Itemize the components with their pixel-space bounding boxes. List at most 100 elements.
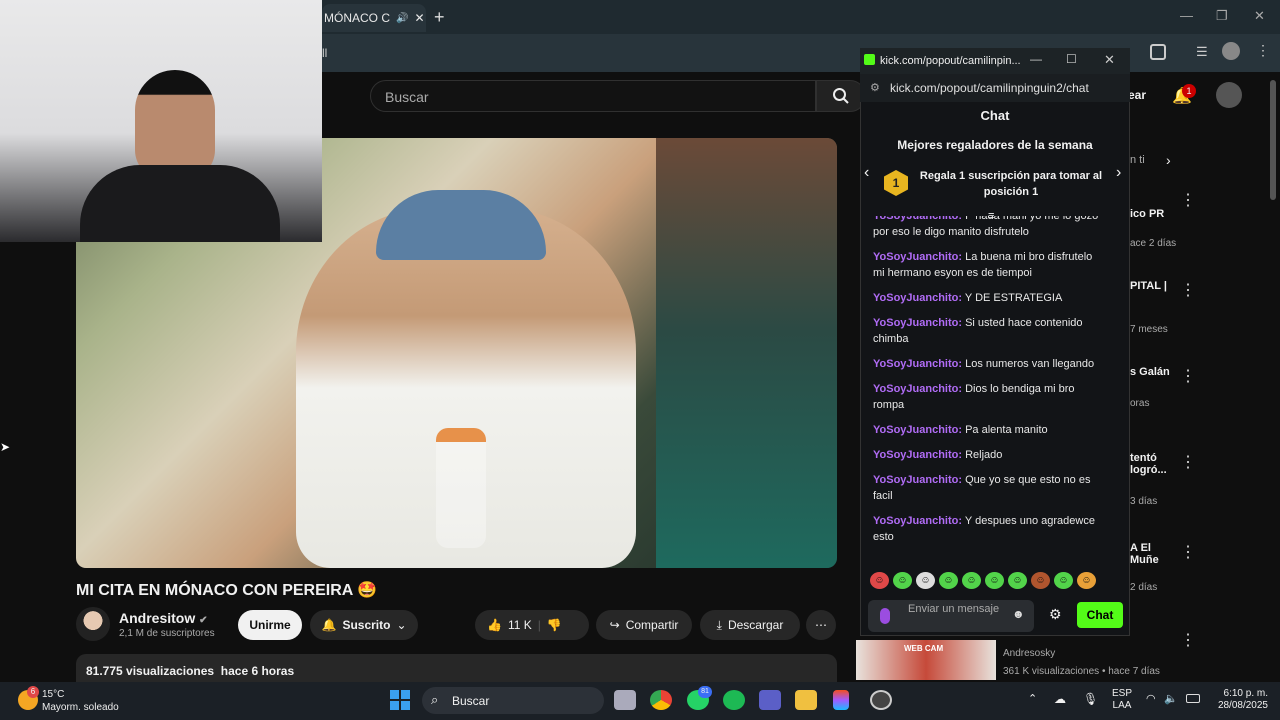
- audio-icon[interactable]: 🔊: [396, 13, 408, 24]
- emote-icon[interactable]: ☺: [916, 572, 935, 589]
- like-dislike-group: 👍 11 K | 👎: [475, 610, 589, 640]
- emoji-picker-icon[interactable]: ☻: [1012, 608, 1025, 621]
- chrome-icon[interactable]: [650, 690, 672, 710]
- header-button[interactable]: ear: [1128, 88, 1146, 102]
- popup-minimize-icon[interactable]: —: [1030, 52, 1042, 66]
- tray-chevron-icon[interactable]: ⌃: [1028, 692, 1037, 705]
- temperature: 15°C: [42, 689, 65, 700]
- chat-message-input[interactable]: Enviar un mensaje ☻: [868, 600, 1034, 632]
- emote-icon[interactable]: ☺: [939, 572, 958, 589]
- emote-icon[interactable]: ☺: [962, 572, 981, 589]
- rec-item-1[interactable]: ico PR ace 2 días: [1130, 208, 1176, 249]
- maximize-icon[interactable]: ❐: [1216, 8, 1228, 24]
- battery-icon[interactable]: [1186, 694, 1200, 703]
- share-button[interactable]: ↪ Compartir: [596, 610, 692, 640]
- rec-item-5[interactable]: A El Muñe 2 días: [1130, 542, 1170, 593]
- file-explorer-icon[interactable]: [795, 690, 817, 710]
- popup-close-icon[interactable]: ✕: [1104, 52, 1115, 68]
- chat-username[interactable]: YoSoyJuanchito:: [873, 515, 962, 527]
- chat-settings-icon[interactable]: ⚙: [1049, 606, 1062, 623]
- video-bottle: [436, 428, 486, 548]
- gifters-prev-icon[interactable]: ‹: [864, 164, 869, 182]
- chat-username[interactable]: YoSoyJuanchito:: [873, 251, 962, 263]
- rec-item-3[interactable]: s Galán oras: [1130, 366, 1170, 409]
- chat-username[interactable]: YoSoyJuanchito:: [873, 424, 962, 436]
- like-icon[interactable]: 👍: [487, 618, 502, 632]
- search-button[interactable]: [816, 80, 866, 112]
- obs-icon[interactable]: [870, 690, 892, 710]
- rec-menu-icon[interactable]: ⋮: [1180, 452, 1196, 472]
- rec-menu-icon[interactable]: ⋮: [1180, 542, 1196, 562]
- rec-menu-icon[interactable]: ⋮: [1180, 366, 1196, 386]
- rec-channel[interactable]: Andresosky: [1003, 648, 1055, 659]
- chat-username[interactable]: YoSoyJuanchito:: [873, 383, 962, 395]
- start-button[interactable]: [390, 690, 410, 710]
- new-tab-button[interactable]: +: [434, 7, 445, 28]
- close-window-icon[interactable]: ✕: [1254, 8, 1265, 24]
- chat-username[interactable]: YoSoyJuanchito:: [873, 317, 962, 329]
- emote-icon[interactable]: ☺: [1031, 572, 1050, 589]
- gift-prompt[interactable]: Regala 1 suscripción para tomar al posic…: [916, 168, 1106, 200]
- gifters-next-icon[interactable]: ›: [1116, 164, 1121, 182]
- browser-tab[interactable]: MÓNACO C 🔊 ✕: [322, 4, 426, 32]
- popup-address-bar[interactable]: ⚙ kick.com/popout/camilinpinguin2/chat: [860, 74, 1130, 102]
- close-tab-icon[interactable]: ✕: [414, 11, 424, 25]
- onedrive-icon[interactable]: ☁: [1054, 692, 1066, 706]
- rec-thumbnail[interactable]: WEB CAM: [856, 640, 996, 680]
- chat-username[interactable]: YoSoyJuanchito:: [873, 449, 962, 461]
- chat-input-placeholder: Enviar un mensaje: [908, 603, 1000, 615]
- microphone-tray-icon[interactable]: 🎙: [1083, 692, 1098, 706]
- search-input[interactable]: Buscar: [370, 80, 816, 112]
- minimize-icon[interactable]: —: [1180, 8, 1193, 23]
- chat-username[interactable]: YoSoyJuanchito:: [873, 216, 962, 222]
- download-button[interactable]: ⤓ Descargar: [700, 610, 800, 640]
- system-clock[interactable]: 6:10 p. m. 28/08/2025: [1210, 688, 1268, 712]
- spotify-icon[interactable]: [723, 690, 745, 710]
- send-chat-button[interactable]: Chat: [1077, 602, 1123, 628]
- emote-icon[interactable]: ☺: [870, 572, 889, 589]
- join-button[interactable]: Unirme: [238, 610, 302, 640]
- dislike-icon[interactable]: 👎: [547, 618, 562, 632]
- account-avatar[interactable]: [1216, 82, 1242, 108]
- subscribed-button[interactable]: 🔔 Suscrito ⌄: [310, 610, 418, 640]
- rec-filter-chip[interactable]: n ti: [1130, 154, 1145, 166]
- more-actions-button[interactable]: ⋯: [806, 610, 836, 640]
- emote-icon[interactable]: ☺: [893, 572, 912, 589]
- browser-menu-icon[interactable]: ⋮: [1256, 42, 1270, 59]
- emote-icon[interactable]: ☺: [1077, 572, 1096, 589]
- input-language[interactable]: ESP LAA: [1112, 688, 1132, 712]
- chat-text: Pa alenta manito: [965, 424, 1048, 436]
- volume-icon[interactable]: 🔈: [1164, 692, 1178, 705]
- rec-item-2[interactable]: PITAL | 7 meses: [1130, 280, 1168, 335]
- emote-icon[interactable]: ☺: [985, 572, 1004, 589]
- site-info-icon[interactable]: ⚙: [870, 81, 880, 94]
- chevron-right-icon[interactable]: ›: [1166, 152, 1171, 168]
- chat-username[interactable]: YoSoyJuanchito:: [873, 474, 962, 486]
- rec-meta: 3 días: [1130, 496, 1158, 507]
- emote-icon[interactable]: ☺: [1008, 572, 1027, 589]
- rec-item-4[interactable]: tentó logró... 3 días: [1130, 452, 1170, 507]
- teams-icon[interactable]: [759, 690, 781, 710]
- figma-icon[interactable]: [833, 690, 849, 710]
- popup-maximize-icon[interactable]: ☐: [1066, 52, 1077, 66]
- extensions-icon[interactable]: [1150, 44, 1166, 60]
- wifi-icon[interactable]: ◠: [1146, 692, 1156, 705]
- page-scrollbar[interactable]: [1270, 80, 1276, 200]
- like-count[interactable]: 11 K: [508, 618, 532, 632]
- channel-name[interactable]: Andresitow ✔: [119, 610, 208, 626]
- emote-icon[interactable]: ☺: [1054, 572, 1073, 589]
- task-view-icon[interactable]: [614, 690, 636, 710]
- upload-age: hace 6 horas: [220, 664, 295, 678]
- chat-username[interactable]: YoSoyJuanchito:: [873, 292, 962, 304]
- rec-menu-icon[interactable]: ⋮: [1180, 280, 1196, 300]
- rec-menu-icon[interactable]: ⋮: [1180, 190, 1196, 210]
- chat-username[interactable]: YoSoyJuanchito:: [873, 358, 962, 370]
- media-icon[interactable]: ☰: [1196, 44, 1208, 60]
- weather-widget[interactable]: 15°C Mayorm. soleado: [42, 688, 119, 714]
- rec-menu-icon[interactable]: ⋮: [1180, 630, 1196, 650]
- microphone-icon[interactable]: [880, 608, 890, 624]
- address-text[interactable]: ll: [322, 46, 327, 60]
- profile-avatar[interactable]: [1222, 42, 1240, 60]
- taskbar-search[interactable]: ⌕ Buscar: [422, 687, 604, 714]
- channel-avatar[interactable]: [76, 607, 110, 641]
